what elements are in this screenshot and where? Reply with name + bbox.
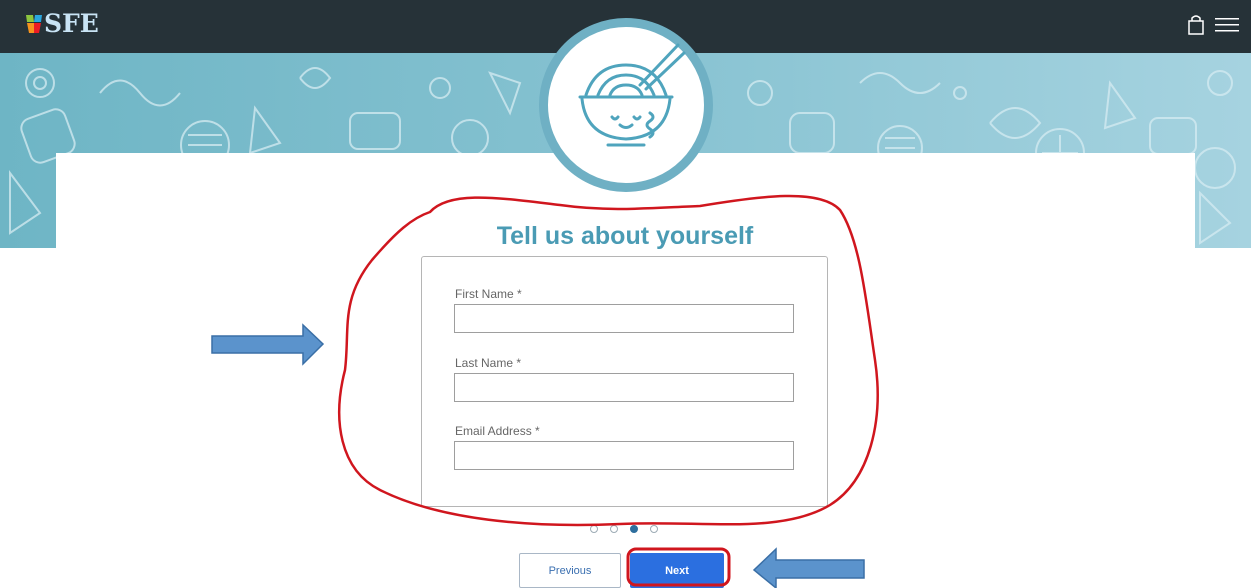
step-dot <box>590 525 598 533</box>
step-dot <box>610 525 618 533</box>
hamburger-menu-icon[interactable] <box>1215 14 1239 41</box>
logo-mark-icon <box>26 14 42 33</box>
last-name-input[interactable] <box>454 373 794 402</box>
previous-button[interactable]: Previous <box>519 553 621 588</box>
first-name-label: First Name * <box>455 287 522 301</box>
email-address-label: Email Address * <box>455 424 540 438</box>
noodle-bowl-icon <box>578 43 686 147</box>
shopping-bag-icon[interactable] <box>1187 14 1205 41</box>
form-title: Tell us about yourself <box>496 222 754 250</box>
logo-text: SFE <box>44 9 99 38</box>
annotation-arrow-left <box>752 547 865 588</box>
next-button[interactable]: Next <box>630 553 724 588</box>
last-name-label: Last Name * <box>455 356 522 370</box>
hero-badge <box>539 18 713 192</box>
step-dot <box>650 525 658 533</box>
step-indicator <box>590 525 658 533</box>
site-logo[interactable]: SFE <box>26 9 99 38</box>
annotation-arrow-right <box>211 323 325 366</box>
step-dot <box>630 525 638 533</box>
personal-info-form: First Name * Last Name * Email Address * <box>421 256 828 507</box>
email-address-input[interactable] <box>454 441 794 470</box>
first-name-input[interactable] <box>454 304 794 333</box>
